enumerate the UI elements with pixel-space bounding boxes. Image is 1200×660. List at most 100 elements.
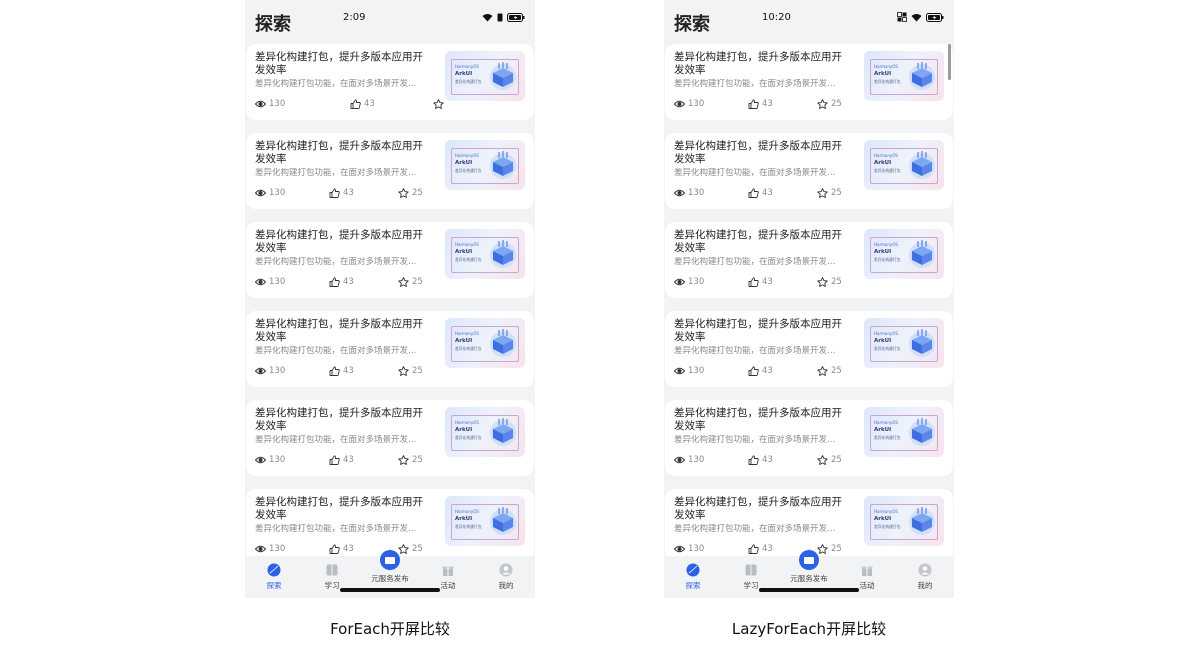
chip-illustration-icon [490,507,516,535]
thumbnail-title: ArkUI [455,71,473,77]
star-icon[interactable] [398,455,409,465]
thumbnail-subtitle: 差异化构建打包 [874,524,901,529]
thumbs-up-icon[interactable] [748,99,759,109]
thumbs-up-icon[interactable] [329,544,340,554]
stars-count: 25 [831,455,842,465]
like-button[interactable]: 43 [329,366,354,376]
tab-mine[interactable]: 我的 [477,556,535,598]
thumbnail-brand: HarmonyOS [874,509,898,514]
favorite-button[interactable]: 25 [817,188,842,198]
favorite-button[interactable]: 25 [817,544,842,554]
like-button[interactable]: 43 [748,366,773,376]
like-button[interactable]: 43 [748,99,773,109]
like-button[interactable]: 43 [748,544,773,554]
gift-icon [442,566,454,576]
article-card[interactable]: 差异化构建打包，提升多版本应用开发效率 差异化构建打包功能，在面对多场景开发… 13… [246,133,534,209]
star-icon[interactable] [817,188,828,198]
article-card[interactable]: 差异化构建打包，提升多版本应用开发效率 差异化构建打包功能，在面对多场景开发… 13… [246,489,534,556]
stars-count: 25 [412,455,423,465]
thumbnail-brand: HarmonyOS [455,331,479,336]
star-icon[interactable] [398,366,409,376]
caption-foreach: ForEach开屏比较 [330,620,450,638]
eye-icon [255,189,266,197]
article-card[interactable]: 差异化构建打包，提升多版本应用开发效率 差异化构建打包功能，在面对多场景开发… 13… [665,222,953,298]
card-thumbnail: HarmonyOS ArkUI 差异化构建打包 [445,229,525,279]
like-button[interactable]: 43 [350,99,375,109]
like-button[interactable]: 43 [329,455,354,465]
like-button[interactable]: 43 [329,188,354,198]
like-button[interactable]: 43 [748,455,773,465]
view-count: 130 [255,188,285,198]
article-card[interactable]: 差异化构建打包，提升多版本应用开发效率 差异化构建打包功能，在面对多场景开发… 13… [665,400,953,476]
stars-count: 25 [831,99,842,109]
tab-explore[interactable]: 探索 [664,556,722,598]
thumbs-up-icon[interactable] [350,99,361,109]
thumbs-up-icon[interactable] [748,455,759,465]
tab-label: 活动 [440,581,456,590]
thumbs-up-icon[interactable] [329,277,340,287]
favorite-button[interactable]: 25 [817,366,842,376]
star-icon[interactable] [398,188,409,198]
thumbs-up-icon[interactable] [748,277,759,287]
star-icon[interactable] [817,455,828,465]
favorite-button[interactable]: 25 [817,277,842,287]
thumbs-up-icon[interactable] [748,188,759,198]
eye-icon [674,100,685,108]
tab-explore[interactable]: 探索 [245,556,303,598]
article-card[interactable]: 差异化构建打包，提升多版本应用开发效率 差异化构建打包功能，在面对多场景开发… 13… [246,222,534,298]
article-card[interactable]: 差异化构建打包，提升多版本应用开发效率 差异化构建打包功能，在面对多场景开发… 13… [665,311,953,387]
favorite-button[interactable]: 25 [398,455,423,465]
like-button[interactable]: 43 [329,544,354,554]
like-button[interactable]: 43 [748,277,773,287]
tab-mine[interactable]: 我的 [896,556,954,598]
thumbs-up-icon[interactable] [329,366,340,376]
thumbs-up-icon[interactable] [329,188,340,198]
scrollbar[interactable] [948,44,951,80]
thumbs-up-icon[interactable] [329,455,340,465]
stars-count: 25 [831,544,842,554]
eye-icon [255,278,266,286]
card-subtitle: 差异化构建打包功能，在面对多场景开发… [255,168,417,178]
phone-screen-lazyforeach: 探索 10:20 差异化构建打包，提升多版本应用开发效率 差异化构建打包功能，在面… [664,0,954,598]
article-card[interactable]: 差异化构建打包，提升多版本应用开发效率 差异化构建打包功能，在面对多场景开发… 13… [246,400,534,476]
article-card[interactable]: 差异化构建打包，提升多版本应用开发效率 差异化构建打包功能，在面对多场景开发… 13… [665,44,953,120]
favorite-button[interactable]: 25 [398,366,423,376]
eye-icon [674,367,685,375]
compass-icon [686,563,700,577]
likes-count: 43 [364,99,375,109]
article-card[interactable]: 差异化构建打包，提升多版本应用开发效率 差异化构建打包功能，在面对多场景开发… 13… [246,44,534,120]
favorite-button[interactable]: 25 [398,277,423,287]
article-card[interactable]: 差异化构建打包，提升多版本应用开发效率 差异化构建打包功能，在面对多场景开发… 13… [246,311,534,387]
card-list[interactable]: 差异化构建打包，提升多版本应用开发效率 差异化构建打包功能，在面对多场景开发… 13… [664,44,954,556]
views-count: 130 [688,99,705,109]
favorite-button[interactable] [433,99,447,109]
like-button[interactable]: 43 [329,277,354,287]
thumbnail-title: ArkUI [874,516,892,522]
wifi-icon [911,13,922,21]
card-list[interactable]: 差异化构建打包，提升多版本应用开发效率 差异化构建打包功能，在面对多场景开发… 13… [245,44,535,556]
star-icon[interactable] [817,366,828,376]
thumbnail-brand: HarmonyOS [874,64,898,69]
thumbs-up-icon[interactable] [748,544,759,554]
star-icon[interactable] [817,277,828,287]
likes-count: 43 [343,455,354,465]
card-subtitle: 差异化构建打包功能，在面对多场景开发… [674,168,836,178]
article-card[interactable]: 差异化构建打包，提升多版本应用开发效率 差异化构建打包功能，在面对多场景开发… 13… [665,133,953,209]
star-icon[interactable] [817,99,828,109]
like-button[interactable]: 43 [748,188,773,198]
tab-label: 学习 [324,581,340,590]
thumbnail-title: ArkUI [455,338,473,344]
home-indicator [340,588,440,592]
card-subtitle: 差异化构建打包功能，在面对多场景开发… [255,79,417,89]
favorite-button[interactable]: 25 [817,455,842,465]
star-icon[interactable] [433,99,444,109]
thumbs-up-icon[interactable] [748,366,759,376]
star-icon[interactable] [398,277,409,287]
view-count: 130 [255,277,285,287]
favorite-button[interactable]: 25 [398,188,423,198]
eye-icon [674,278,685,286]
article-card[interactable]: 差异化构建打包，提升多版本应用开发效率 差异化构建打包功能，在面对多场景开发… 13… [665,489,953,556]
likes-count: 43 [762,366,773,376]
favorite-button[interactable]: 25 [398,544,423,554]
favorite-button[interactable]: 25 [817,99,842,109]
